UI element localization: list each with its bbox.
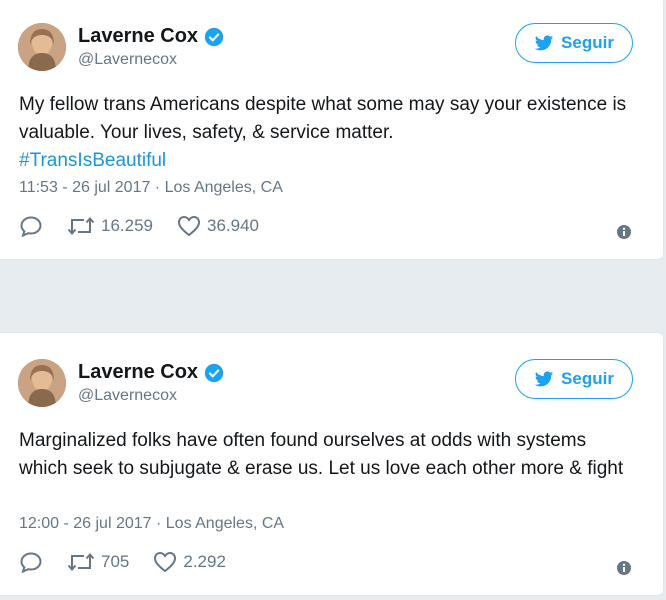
tweet-text-main: Marginalized folks have often found ours… <box>19 430 624 479</box>
author-name[interactable]: Laverne Cox <box>78 361 198 384</box>
author-row: Laverne Cox <box>78 25 224 48</box>
timeline: Laverne Cox @Lavernecox Seguir My fellow… <box>0 0 666 600</box>
avatar-image <box>18 359 66 407</box>
retweet-count: 16.259 <box>101 216 153 235</box>
retweet-button[interactable]: 16.259 <box>67 215 153 237</box>
like-icon <box>154 551 177 573</box>
twitter-bird-icon <box>534 34 554 50</box>
tweet-text: My fellow trans Americans despite what s… <box>19 91 639 175</box>
follow-button[interactable]: Seguir <box>515 23 633 63</box>
tweet-text-main: My fellow trans Americans despite what s… <box>19 94 627 143</box>
retweet-icon <box>67 552 95 572</box>
avatar-image <box>18 23 66 71</box>
reply-icon <box>20 216 42 237</box>
author-name[interactable]: Laverne Cox <box>78 25 198 48</box>
info-icon[interactable] <box>617 561 631 575</box>
like-button[interactable]: 2.292 <box>153 551 226 573</box>
like-icon <box>177 215 201 237</box>
twitter-bird-icon <box>534 370 554 386</box>
retweet-count: 705 <box>101 552 130 571</box>
follow-button[interactable]: Seguir <box>515 359 633 399</box>
avatar[interactable] <box>18 23 66 71</box>
reply-icon <box>20 552 42 573</box>
tweet-timestamp[interactable]: 12:00 - 26 jul 2017 · Los Angeles, CA <box>19 515 284 533</box>
retweet-icon <box>67 216 95 236</box>
follow-button-label: Seguir <box>561 33 614 52</box>
tweet-actions: 705 2.292 <box>19 551 250 573</box>
retweet-button[interactable]: 705 <box>67 551 129 573</box>
tweet-actions: 16.259 36.940 <box>19 215 283 237</box>
tweet-timestamp[interactable]: 11:53 - 26 jul 2017 · Los Angeles, CA <box>19 179 283 197</box>
tweet-card: Laverne Cox @Lavernecox Seguir Marginali… <box>0 332 664 596</box>
like-button[interactable]: 36.940 <box>177 215 259 237</box>
tweet-text: Marginalized folks have often found ours… <box>19 427 639 483</box>
hashtag-link[interactable]: #TransIsBeautiful <box>19 150 166 171</box>
like-count: 36.940 <box>207 216 259 235</box>
verified-badge-icon <box>204 27 224 46</box>
verified-badge-icon <box>204 363 224 382</box>
author-handle[interactable]: @Lavernecox <box>78 51 177 69</box>
reply-button[interactable] <box>19 551 43 573</box>
avatar[interactable] <box>18 359 66 407</box>
reply-button[interactable] <box>19 215 43 237</box>
info-icon[interactable] <box>617 225 631 239</box>
like-count: 2.292 <box>183 552 226 571</box>
author-row: Laverne Cox <box>78 361 224 384</box>
author-handle[interactable]: @Lavernecox <box>78 387 177 405</box>
follow-button-label: Seguir <box>561 369 614 388</box>
tweet-card: Laverne Cox @Lavernecox Seguir My fellow… <box>0 0 664 260</box>
